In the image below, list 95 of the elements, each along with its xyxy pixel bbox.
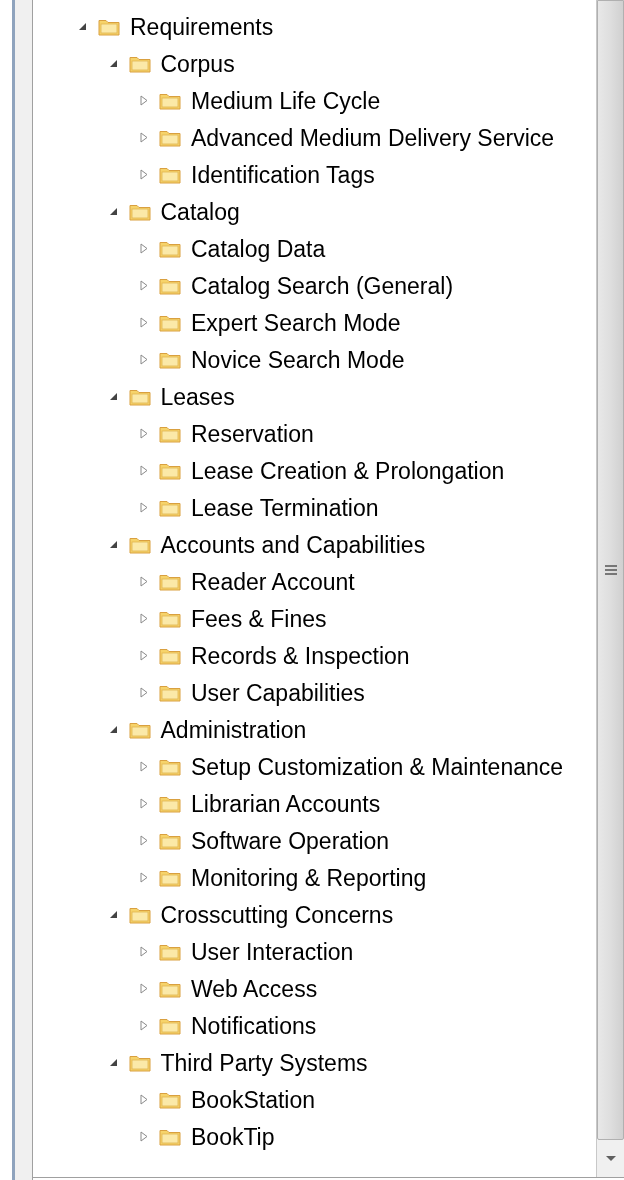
folder-icon (159, 646, 181, 665)
folder-icon (128, 54, 151, 73)
tree-item-label[interactable]: Corpus (160, 49, 235, 78)
folder-icon (159, 461, 181, 480)
tree-item-label[interactable]: Lease Termination (191, 493, 379, 522)
folder-icon (159, 683, 181, 702)
tree-item-label[interactable]: Catalog (160, 197, 240, 226)
folder-icon (159, 794, 181, 813)
tree-item-label[interactable]: Web Access (191, 974, 318, 1003)
collapsed-arrow-icon[interactable] (139, 95, 148, 106)
tree-item-label[interactable]: Administration (160, 715, 307, 744)
collapsed-arrow-icon[interactable] (139, 428, 148, 439)
collapsed-arrow-icon[interactable] (139, 132, 148, 143)
collapsed-arrow-icon[interactable] (139, 243, 148, 254)
tree-item-label[interactable]: BookStation (191, 1085, 316, 1114)
folder-icon (159, 424, 181, 443)
collapsed-arrow-icon[interactable] (139, 613, 148, 624)
tree-item-label[interactable]: User Interaction (191, 937, 354, 966)
expanded-arrow-icon[interactable] (108, 1058, 118, 1067)
tree-item-label[interactable]: Reader Account (191, 567, 355, 596)
grip-icon (603, 564, 618, 576)
tree-item-label[interactable]: Reservation (191, 419, 314, 448)
collapsed-arrow-icon[interactable] (139, 761, 148, 772)
tree-item-label[interactable]: Notifications (191, 1011, 317, 1040)
tree-item-label[interactable]: Fees & Fines (191, 604, 327, 633)
folder-icon (128, 905, 151, 924)
folder-icon (128, 1053, 151, 1072)
collapsed-arrow-icon[interactable] (139, 465, 148, 476)
tree-item-label[interactable]: Records & Inspection (191, 641, 410, 670)
folder-icon (159, 165, 181, 184)
tree-item-label[interactable]: Identification Tags (191, 160, 375, 189)
tree-item-label[interactable]: Requirements (130, 12, 274, 41)
folder-icon (159, 350, 181, 369)
folder-icon (98, 17, 120, 36)
collapsed-arrow-icon[interactable] (139, 983, 148, 994)
expanded-arrow-icon[interactable] (108, 910, 118, 919)
tree-item-label[interactable]: Expert Search Mode (191, 308, 401, 337)
folder-icon (159, 979, 181, 998)
folder-icon (159, 942, 181, 961)
tree-item-label[interactable]: Medium Life Cycle (191, 86, 381, 115)
collapsed-arrow-icon[interactable] (139, 280, 148, 291)
tree-item-label[interactable]: Catalog Search (General) (191, 271, 454, 300)
tree-item-label[interactable]: BookTip (191, 1122, 275, 1151)
tree-item-label[interactable]: Third Party Systems (160, 1048, 368, 1077)
tree-item-label[interactable]: Software Operation (191, 826, 390, 855)
folder-icon (159, 868, 181, 887)
folder-icon (128, 535, 151, 554)
folder-icon (159, 1016, 181, 1035)
tree-item-label[interactable]: Accounts and Capabilities (160, 530, 426, 559)
collapsed-arrow-icon[interactable] (139, 798, 148, 809)
folder-icon (159, 313, 181, 332)
folder-icon (128, 720, 151, 739)
tree-item-label[interactable]: User Capabilities (191, 678, 365, 707)
folder-icon (159, 757, 181, 776)
collapsed-arrow-icon[interactable] (139, 946, 148, 957)
collapsed-arrow-icon[interactable] (139, 317, 148, 328)
collapsed-arrow-icon[interactable] (139, 576, 148, 587)
tree-item-label[interactable]: Catalog Data (191, 234, 326, 263)
collapsed-arrow-icon[interactable] (139, 354, 148, 365)
tree-item-label[interactable]: Leases (160, 382, 235, 411)
folder-icon (159, 1090, 181, 1109)
folder-icon (159, 239, 181, 258)
folder-icon (159, 498, 181, 517)
folder-icon (159, 128, 181, 147)
collapsed-arrow-icon[interactable] (139, 1131, 148, 1142)
folder-icon (159, 609, 181, 628)
collapsed-arrow-icon[interactable] (139, 835, 148, 846)
folder-icon (159, 276, 181, 295)
tree-item-label[interactable]: Novice Search Mode (191, 345, 405, 374)
collapsed-arrow-icon[interactable] (139, 169, 148, 180)
expanded-arrow-icon[interactable] (108, 392, 118, 401)
expanded-arrow-icon[interactable] (108, 207, 118, 216)
collapsed-arrow-icon[interactable] (139, 872, 148, 883)
tree-item-label[interactable]: Setup Customization & Maintenance (191, 752, 564, 781)
expanded-arrow-icon[interactable] (108, 59, 118, 68)
tree-item-label[interactable]: Crosscutting Concerns (160, 900, 394, 929)
collapsed-arrow-icon[interactable] (139, 502, 148, 513)
folder-icon (159, 572, 181, 591)
expanded-arrow-icon[interactable] (78, 22, 87, 31)
tree-item-label[interactable]: Advanced Medium Delivery Service (191, 123, 555, 152)
collapsed-arrow-icon[interactable] (139, 687, 148, 698)
tree-item-label[interactable]: Librarian Accounts (191, 789, 381, 818)
tree-item-label[interactable]: Lease Creation & Prolongation (191, 456, 505, 485)
expanded-arrow-icon[interactable] (108, 540, 118, 549)
collapsed-arrow-icon[interactable] (139, 1094, 148, 1105)
folder-icon (159, 1127, 181, 1146)
folder-icon (128, 202, 151, 221)
collapsed-arrow-icon[interactable] (139, 650, 148, 661)
expanded-arrow-icon[interactable] (108, 725, 118, 734)
folder-icon (128, 387, 151, 406)
scroll-down-icon[interactable] (604, 1155, 617, 1162)
folder-icon (159, 831, 181, 850)
collapsed-arrow-icon[interactable] (139, 1020, 148, 1031)
folder-icon (159, 91, 181, 110)
tree-item-label[interactable]: Monitoring & Reporting (191, 863, 427, 892)
